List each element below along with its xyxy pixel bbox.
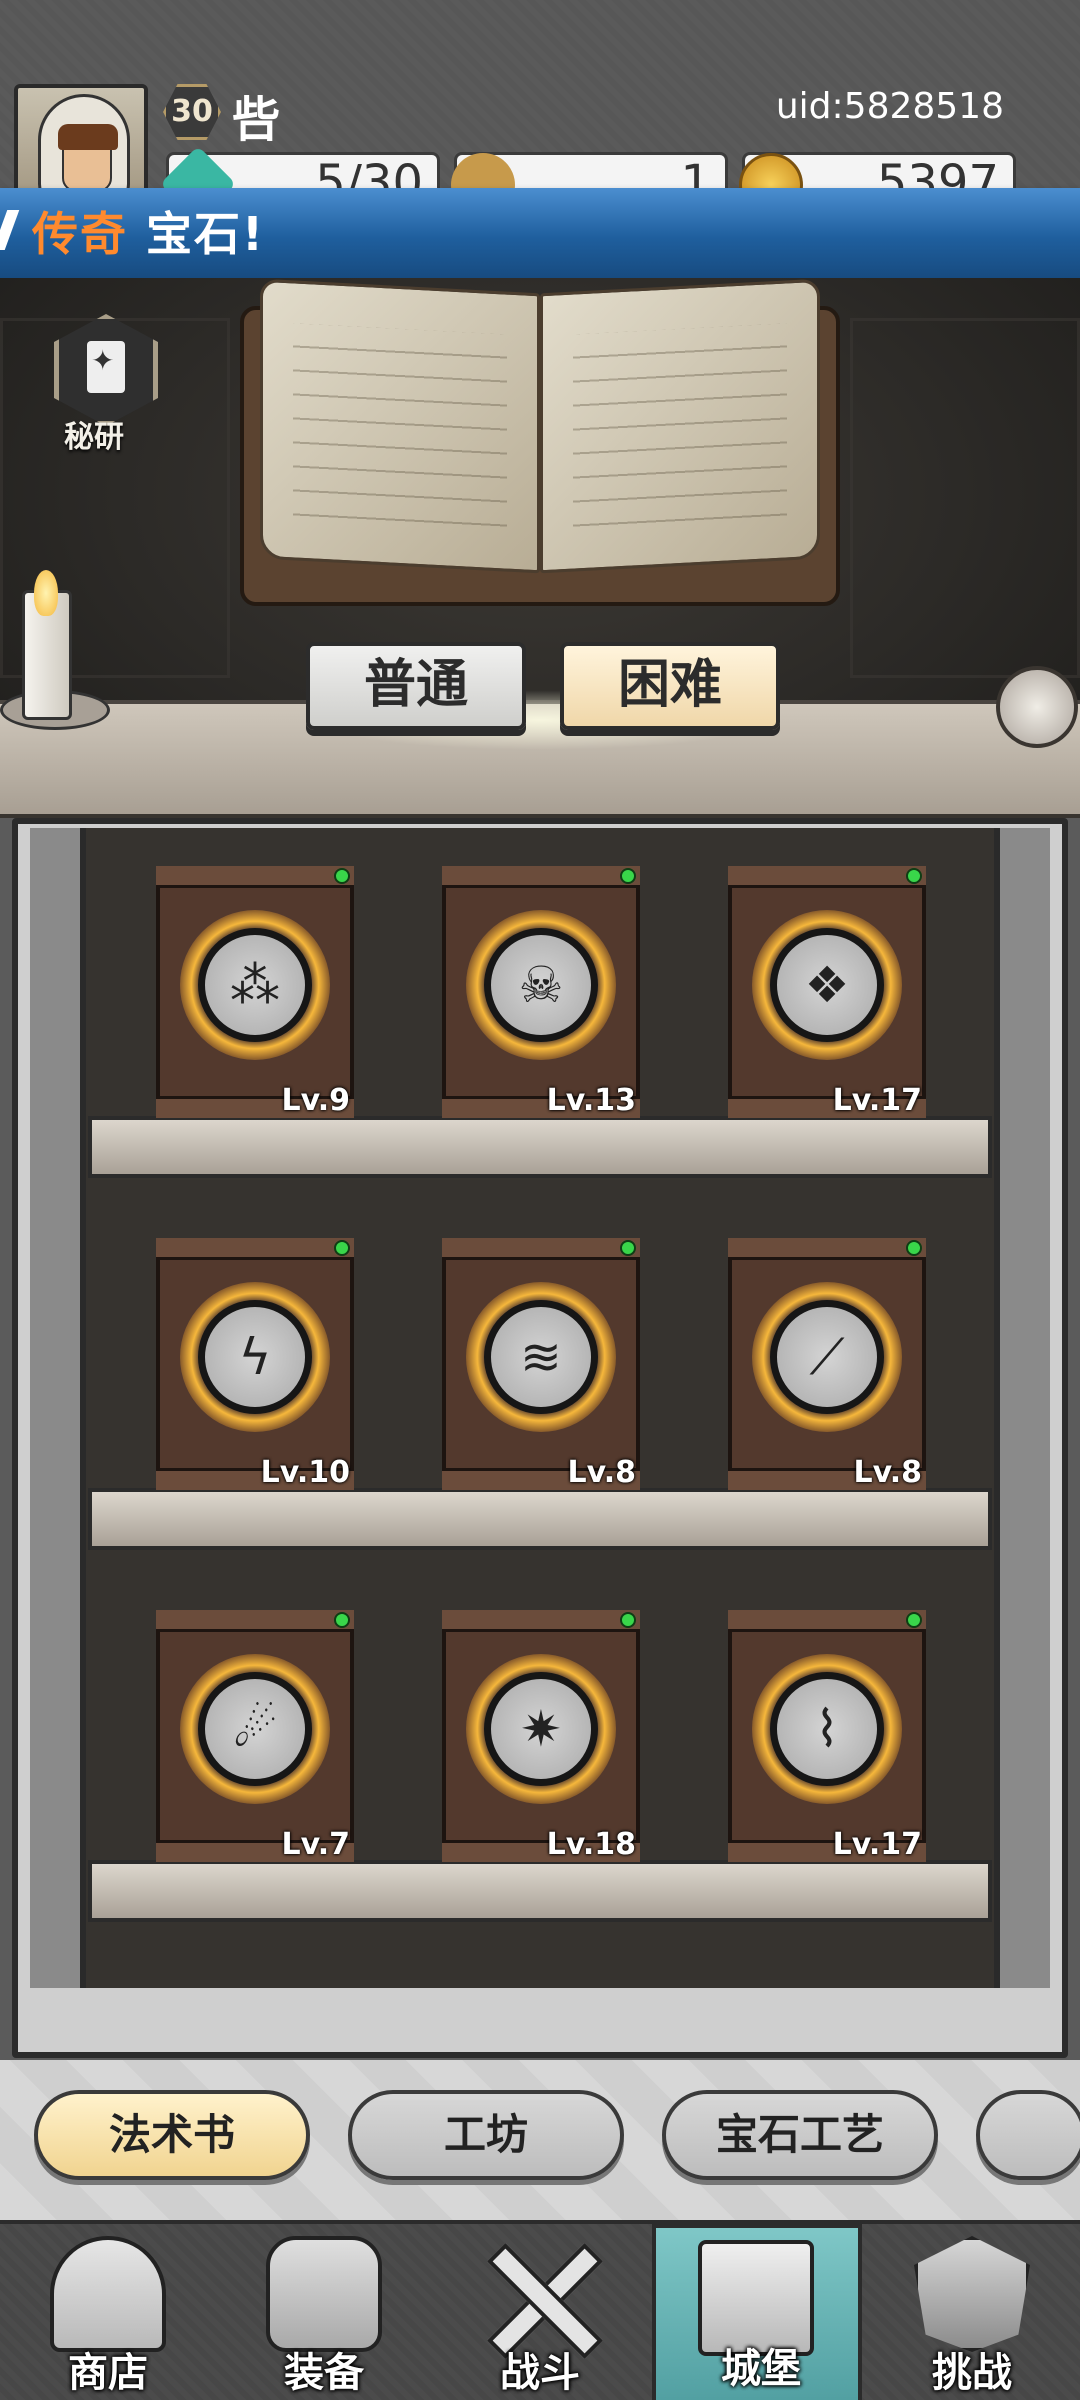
- sparkle-icon: ✦: [91, 344, 115, 377]
- spellbook-card[interactable]: ☄ Lv.7: [156, 1610, 354, 1862]
- background-bookshelf-right: [850, 318, 1080, 678]
- spellbook-level: Lv.13: [546, 1083, 636, 1118]
- new-indicator-dot: [906, 1612, 922, 1628]
- spellbook-level: Lv.17: [832, 1827, 922, 1862]
- banner-text: 传奇 宝石!: [32, 198, 265, 264]
- spellbook-card[interactable]: ϟ Lv.10: [156, 1238, 354, 1490]
- cabinet-side-left: [30, 828, 80, 1988]
- player-level-badge: 30: [163, 84, 221, 140]
- new-indicator-dot: [334, 868, 350, 884]
- new-indicator-dot: [906, 868, 922, 884]
- dark-drops-icon: ⁂: [198, 928, 312, 1042]
- spellbook-level: Lv.8: [567, 1455, 637, 1490]
- banner-highlight: 传奇: [32, 207, 128, 261]
- bottom-navigation: 商店 装备 战斗 城堡 挑战: [0, 2220, 1080, 2400]
- nav-label: 挑战: [932, 2350, 1012, 2396]
- skull-drip-icon: ☠: [484, 928, 598, 1042]
- nav-battle[interactable]: 战斗: [440, 2224, 640, 2400]
- spellbook-band-top: [728, 1610, 926, 1632]
- meteor-slash-icon: ⟋: [770, 1300, 884, 1414]
- nav-label: 装备: [284, 2350, 364, 2396]
- announcement-banner: 传奇 宝石!: [0, 188, 1080, 278]
- shelf-board: [88, 1860, 992, 1922]
- nav-shop[interactable]: 商店: [8, 2224, 208, 2400]
- flame-icon: [34, 570, 58, 616]
- banner-message: 宝石!: [146, 207, 265, 261]
- spellbook-band-top: [728, 1238, 926, 1260]
- spellbook-card[interactable]: ⌇ Lv.17: [728, 1610, 926, 1862]
- spellbook-level: Lv.10: [260, 1455, 350, 1490]
- spellbook-band-top: [442, 1610, 640, 1632]
- spellbook-card[interactable]: ≋ Lv.8: [442, 1238, 640, 1490]
- spellbook-level: Lv.18: [546, 1827, 636, 1862]
- shop-icon: [50, 2236, 166, 2352]
- new-indicator-dot: [620, 1240, 636, 1256]
- tab-spellbooks[interactable]: 法术书: [34, 2090, 310, 2180]
- spellbook-card[interactable]: ☠ Lv.13: [442, 866, 640, 1118]
- book-page-right: [540, 278, 820, 574]
- player-name: 呰: [232, 92, 281, 148]
- spellbook-card[interactable]: ⟋ Lv.8: [728, 1238, 926, 1490]
- nav-equipment[interactable]: 装备: [224, 2224, 424, 2400]
- cabinet-side-right: [1000, 828, 1050, 1988]
- comet-icon: ☄: [198, 1672, 312, 1786]
- tab-workshop[interactable]: 工坊: [348, 2090, 624, 2180]
- spellbook-card[interactable]: ✷ Lv.18: [442, 1610, 640, 1862]
- spellbook-band-top: [156, 1610, 354, 1632]
- chain-lightning-icon: ⌇: [770, 1672, 884, 1786]
- shelf-board: [88, 1488, 992, 1550]
- tab-gem-craft[interactable]: 宝石工艺: [662, 2090, 938, 2180]
- nav-label: 商店: [68, 2350, 148, 2396]
- tab-more-partial[interactable]: [976, 2090, 1080, 2180]
- avatar-hair: [58, 124, 118, 150]
- spellbook-band-top: [156, 866, 354, 888]
- spellbook-band-top: [156, 1238, 354, 1260]
- nav-castle[interactable]: 城堡: [652, 2224, 862, 2400]
- spellbook-level: Lv.7: [281, 1827, 351, 1862]
- spellbook-level: Lv.17: [832, 1083, 922, 1118]
- new-indicator-dot: [620, 1612, 636, 1628]
- banner-arrow-icon: [0, 210, 20, 250]
- icicle-rain-icon: ≋: [484, 1300, 598, 1414]
- equipment-bag-icon: [266, 2236, 382, 2352]
- lightning-strike-icon: ϟ: [198, 1300, 312, 1414]
- spellbook-card[interactable]: ❖ Lv.17: [728, 866, 926, 1118]
- new-indicator-dot: [906, 1240, 922, 1256]
- player-uid: uid:5828518: [775, 86, 1004, 127]
- spellbook-level: Lv.9: [281, 1083, 351, 1118]
- book-page-left: [260, 278, 540, 574]
- new-indicator-dot: [334, 1612, 350, 1628]
- spellbook-card[interactable]: ⁂ Lv.9: [156, 866, 354, 1118]
- secret-research-label: 秘研: [64, 420, 124, 455]
- new-indicator-dot: [334, 1240, 350, 1256]
- nav-challenge[interactable]: 挑战: [872, 2224, 1072, 2400]
- spellbook-level: Lv.8: [853, 1455, 923, 1490]
- crossed-swords-icon: [482, 2236, 598, 2352]
- ice-crystal-icon: ❖: [770, 928, 884, 1042]
- category-tab-row: 法术书 工坊 宝石工艺: [0, 2060, 1080, 2220]
- spellbook-band-top: [442, 866, 640, 888]
- mode-normal-button[interactable]: 普通: [306, 642, 526, 730]
- nav-label: 战斗: [500, 2350, 580, 2396]
- pocket-watch-icon: [996, 666, 1078, 748]
- nav-label: 城堡: [721, 2346, 801, 2392]
- new-indicator-dot: [620, 868, 636, 884]
- challenge-shield-icon: [914, 2236, 1030, 2352]
- crystal-shatter-icon: ✷: [484, 1672, 598, 1786]
- shelf-board: [88, 1116, 992, 1178]
- mode-hard-button[interactable]: 困难: [560, 642, 780, 730]
- open-book-illustration: [240, 278, 840, 606]
- top-header: 30 呰 uid:5828518 5/30 1 5397: [0, 0, 1080, 223]
- spellbook-band-top: [728, 866, 926, 888]
- spellbook-band-top: [442, 1238, 640, 1260]
